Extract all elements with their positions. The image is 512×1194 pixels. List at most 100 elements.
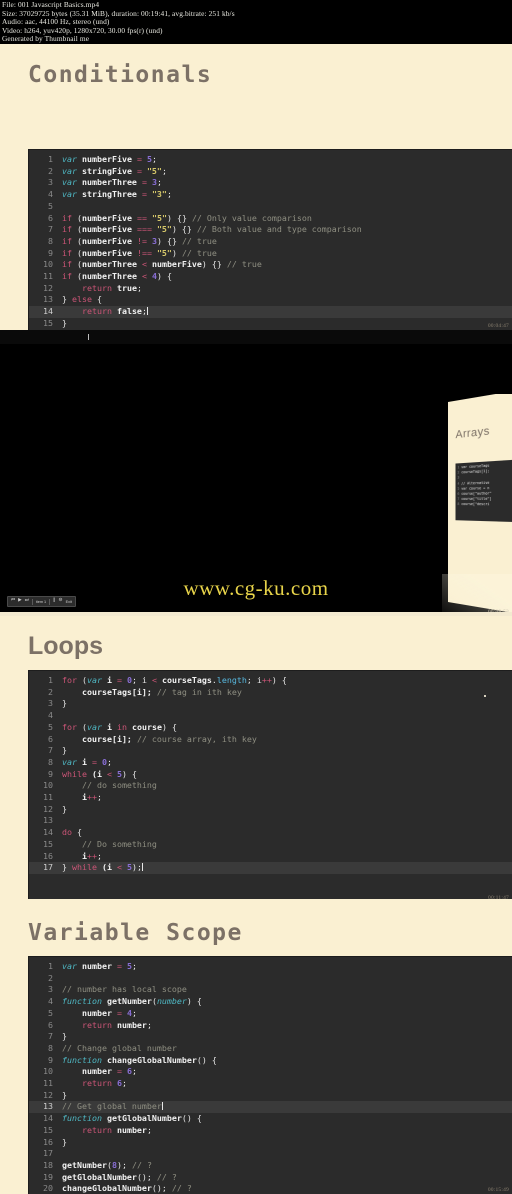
code-token: return [62,1020,117,1030]
line-number: 15 [31,318,53,330]
code-token: i [107,722,117,732]
line-number: 6 [31,734,53,746]
code-line: 12} [29,804,512,816]
code-token: number [117,1020,147,1030]
code-line: 7if (numberFive === "5") {} // Both valu… [29,224,512,236]
code-token: courseTags[i]; [62,687,157,697]
code-token: number [62,1066,117,1076]
line-number: 1 [31,675,53,687]
code-token: i [62,851,87,861]
code-token: // Alternative [461,480,489,485]
code-token: i [62,792,87,802]
code-token: { [97,294,102,304]
next-button[interactable]: ⏭ [25,599,29,604]
code-token: ; [167,189,172,199]
code-token: if [62,236,77,246]
code-block-arrays: 1var courseTags2courseTags[1];34// Alter… [456,458,512,523]
code-token: var [62,757,82,767]
code-token: ; [132,1066,137,1076]
code-token: for [62,675,82,685]
line-number: 7 [31,1031,53,1043]
text-cursor-icon [147,307,148,315]
code-token: = [142,189,152,199]
exit-button[interactable]: Exit [66,600,72,604]
code-token: if [62,224,77,234]
prev-button[interactable]: ⏮ [11,599,15,604]
code-token: function [62,1055,107,1065]
line-number: 9 [31,769,53,781]
code-line: 8if (numberFive != 3) {} // true [29,236,512,248]
code-token: false [117,306,142,316]
code-token: = [92,757,102,767]
code-token: ) { [272,675,287,685]
line-number: 4 [31,996,53,1008]
line-number: 2 [457,471,459,475]
code-token: getNumber [107,996,152,1006]
code-token: < [152,675,162,685]
code-line: 11 return 6; [29,1078,512,1090]
code-token: // true [182,236,217,246]
control-divider [32,599,33,605]
code-token: // true [182,248,217,258]
gear-icon[interactable]: ⚙ [58,599,62,604]
line-number: 16 [31,1137,53,1149]
code-token: stringThree [82,189,142,199]
line-number: 11 [31,1078,53,1090]
code-line: 17 [29,1148,512,1160]
code-token: return [62,306,117,316]
thumbnail-slide-loops: Loops 1for (var i = 0; i < courseTags.le… [0,616,512,902]
code-line: 10 // do something [29,780,512,792]
code-line: 4function getNumber(number) { [29,996,512,1008]
slide-title-arrays: Arrays [448,394,512,442]
code-block-loops: 1for (var i = 0; i < courseTags.length; … [28,670,512,899]
line-number: 12 [31,804,53,816]
line-number: 6 [31,1020,53,1032]
code-line: 15 // Do something [29,839,512,851]
media-player-controls[interactable]: ⏮ ▶ ⏭ item 1 ‖ ⚙ Exit [7,596,76,607]
code-token: "5" [157,224,172,234]
code-token: numberFive [82,224,137,234]
pause-button[interactable]: ‖ [53,599,55,604]
code-line: 12} [29,1090,512,1102]
code-token: for [62,722,82,732]
code-token: != [137,236,152,246]
line-number: 17 [31,862,53,874]
code-token: while [62,769,92,779]
play-button[interactable]: ▶ [18,599,22,604]
code-token: getNumber [62,1160,107,1170]
line-number: 1 [31,961,53,973]
code-token: // Only value comparison [192,213,312,223]
code-line: 6if (numberFive == "5") {} // Only value… [29,213,512,225]
line-number: 4 [31,710,53,722]
code-token: i [82,757,92,767]
line-number: 4 [457,481,459,485]
code-token: ) { [162,722,177,732]
code-token: numberFive [152,259,202,269]
scroll-indicator[interactable] [484,695,486,697]
code-token: () { [197,1055,217,1065]
line-number: 5 [31,722,53,734]
line-number: 8 [31,236,53,248]
line-number: 7 [457,497,459,501]
code-line: 10 number = 6; [29,1066,512,1078]
code-token: ) { [187,996,202,1006]
code-token: var course = n [461,486,489,491]
code-block-variable-scope: 1var number = 5;23// number has local sc… [28,956,512,1194]
code-line: 8// Change global number [29,1043,512,1055]
line-number: 10 [31,259,53,271]
code-line: 14function getGlobalNumber() { [29,1113,512,1125]
item-selector[interactable]: item 1 [36,600,46,604]
line-number: 8 [31,757,53,769]
code-line: 6 course[i]; // course array, ith key [29,734,512,746]
line-number: 4 [31,189,53,201]
code-block-conditionals: 1var numberFive = 5;2var stringFive = "5… [28,149,512,330]
code-token: length [217,675,247,685]
line-number: 11 [31,792,53,804]
line-number: 5 [31,201,53,213]
code-token: var [87,722,107,732]
code-token: else [72,294,97,304]
code-token: if [62,213,77,223]
code-line: 2 courseTags[i]; // tag in ith key [29,687,512,699]
code-line: 3var numberThree = 3; [29,177,512,189]
line-number: 14 [31,306,53,318]
